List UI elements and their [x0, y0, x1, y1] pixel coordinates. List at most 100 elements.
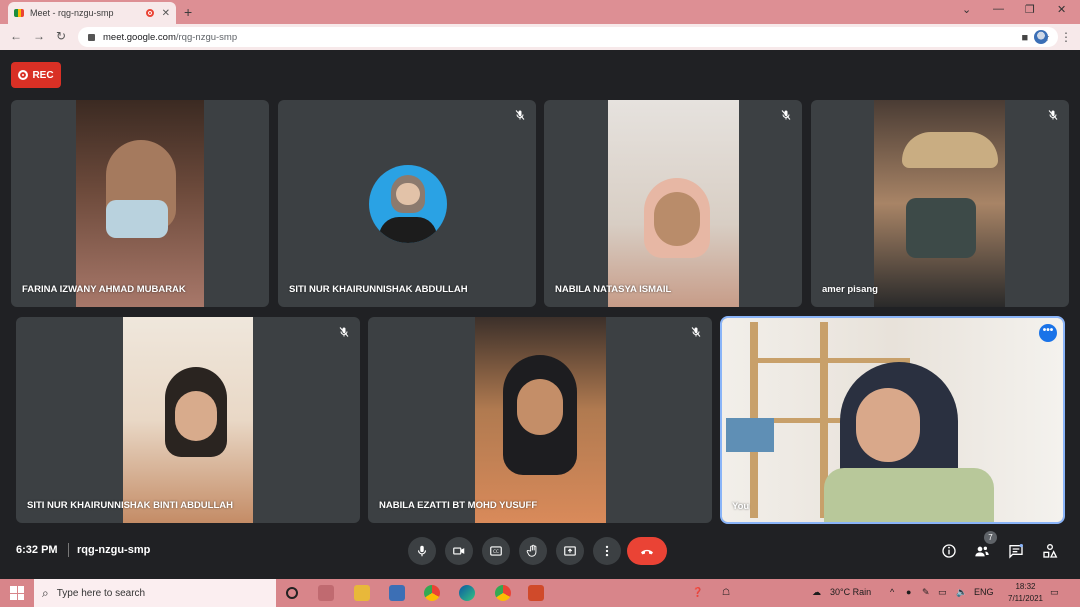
- meeting-time: 6:32 PM: [16, 544, 58, 556]
- back-icon[interactable]: ←: [10, 29, 22, 43]
- leave-call-button[interactable]: [627, 537, 667, 565]
- url-path: /rqg-nzgu-smp: [175, 31, 238, 43]
- weather-text[interactable]: 30°C Rain: [830, 587, 871, 597]
- microphone-tray-icon: ●: [906, 587, 912, 597]
- captions-button[interactable]: CC: [482, 537, 510, 565]
- windows-start-icon[interactable]: [10, 586, 24, 600]
- chrome-active-icon[interactable]: [495, 585, 511, 601]
- people-button[interactable]: [974, 543, 990, 559]
- url-host: meet.google.com: [103, 31, 176, 43]
- participant-name: SITI NUR KHAIRUNNISHAK BINTI ABDULLAH: [27, 500, 233, 511]
- self-video: [722, 318, 1063, 522]
- microphone-button[interactable]: [408, 537, 436, 565]
- app-icon[interactable]: [389, 585, 405, 601]
- people-icon: [975, 546, 989, 557]
- new-tab-button[interactable]: +: [184, 4, 192, 20]
- meet-favicon-icon: [14, 9, 24, 17]
- tab-search-icon[interactable]: ⌄: [962, 3, 971, 16]
- battery-icon[interactable]: ▭: [938, 587, 947, 598]
- divider: [68, 543, 69, 557]
- language-indicator[interactable]: ENG: [974, 587, 994, 597]
- maximize-button[interactable]: ❐: [1025, 3, 1035, 16]
- reload-icon[interactable]: ↻: [56, 29, 66, 43]
- clock-time: 18:32: [1015, 582, 1036, 591]
- camera-in-use-icon[interactable]: ■: [1021, 32, 1028, 44]
- microphone-icon: [417, 545, 427, 557]
- participant-tile[interactable]: SITI NUR KHAIRUNNISHAK ABDULLAH: [278, 100, 536, 307]
- weather-icon: ☁: [812, 587, 821, 597]
- help-icon[interactable]: ❓: [692, 587, 703, 598]
- more-options-icon[interactable]: •••: [1039, 324, 1057, 342]
- address-bar[interactable]: meet.google.com/rqg-nzgu-smp ■ ☆: [78, 27, 1058, 47]
- file-explorer-icon[interactable]: [354, 585, 370, 601]
- chat-button[interactable]: [1008, 543, 1024, 559]
- participant-video: [123, 317, 253, 523]
- task-view-icon[interactable]: [318, 585, 334, 601]
- camera-icon: [453, 547, 465, 555]
- camera-button[interactable]: [445, 537, 473, 565]
- participant-tile[interactable]: NABILA EZATTI BT MOHD YUSUFF: [368, 317, 712, 523]
- profile-avatar[interactable]: [1034, 30, 1048, 44]
- rec-label: REC: [32, 69, 54, 81]
- close-tab-icon[interactable]: ✕: [162, 8, 170, 19]
- self-view-tile[interactable]: ••• You: [720, 316, 1065, 524]
- participant-avatar: [369, 165, 447, 243]
- browser-menu-icon[interactable]: ⋮: [1060, 30, 1072, 44]
- forward-icon[interactable]: →: [33, 29, 45, 43]
- recording-badge: REC: [11, 62, 61, 88]
- show-hidden-icons[interactable]: ^: [890, 587, 894, 597]
- hand-icon: [526, 544, 537, 557]
- more-options-button[interactable]: [593, 537, 621, 565]
- search-placeholder: Type here to search: [56, 587, 146, 599]
- participant-name: NABILA NATASYA ISMAIL: [555, 284, 672, 295]
- tab-title: Meet - rqg-nzgu-smp: [30, 8, 114, 18]
- notifications-icon[interactable]: ▭: [1050, 587, 1059, 598]
- pen-icon: ✎: [922, 587, 930, 597]
- muted-mic-icon: [338, 325, 350, 337]
- participant-video: [608, 100, 739, 307]
- volume-icon[interactable]: 🔈: [956, 587, 967, 598]
- chrome-icon[interactable]: [424, 585, 440, 601]
- participant-tile[interactable]: amer pisang: [811, 100, 1069, 307]
- recording-indicator-icon: [145, 9, 154, 17]
- meeting-code: rqg-nzgu-smp: [77, 544, 151, 556]
- cortana-icon[interactable]: [286, 587, 298, 599]
- activities-icon: [1043, 544, 1058, 558]
- record-icon: [18, 70, 29, 80]
- participant-tile[interactable]: SITI NUR KHAIRUNNISHAK BINTI ABDULLAH: [16, 317, 360, 523]
- meeting-details-button[interactable]: [941, 543, 957, 559]
- muted-mic-icon: [690, 325, 702, 337]
- muted-mic-icon: [780, 108, 792, 120]
- self-name: You: [732, 501, 750, 512]
- browser-toolbar: ← → ↻ meet.google.com/rqg-nzgu-smp ■ ☆ ⋮: [0, 24, 1080, 50]
- muted-mic-icon: [514, 108, 526, 120]
- chat-icon: [1009, 544, 1023, 559]
- participant-video: [874, 100, 1005, 307]
- participant-name: FARINA IZWANY AHMAD MUBARAK: [22, 284, 186, 295]
- participant-name: NABILA EZATTI BT MOHD YUSUFF: [379, 500, 538, 511]
- system-clock[interactable]: 18:32 7/11/2021: [1008, 581, 1043, 605]
- participant-tile[interactable]: NABILA NATASYA ISMAIL: [544, 100, 802, 307]
- powerpoint-icon[interactable]: [528, 585, 544, 601]
- close-window-button[interactable]: ✕: [1057, 3, 1066, 16]
- hang-up-icon: [641, 549, 653, 555]
- muted-mic-icon: [1047, 108, 1059, 120]
- participant-video: [76, 100, 204, 307]
- svg-text:CC: CC: [493, 549, 499, 554]
- minimize-button[interactable]: —: [993, 3, 1004, 15]
- raise-hand-button[interactable]: [519, 537, 547, 565]
- windows-taskbar: ⌕ Type here to search ❓ ☖ ☁ 30°C Rain ^ …: [0, 579, 1080, 607]
- present-screen-button[interactable]: [556, 537, 584, 565]
- edge-icon[interactable]: [459, 585, 475, 601]
- browser-tab-meet[interactable]: Meet - rqg-nzgu-smp ✕: [8, 2, 176, 24]
- taskbar-search-box[interactable]: ⌕ Type here to search: [34, 579, 276, 607]
- activities-button[interactable]: [1042, 543, 1058, 559]
- browser-tab-strip: Meet - rqg-nzgu-smp ✕ + ⌄ — ❐ ✕: [0, 0, 1080, 24]
- captions-icon: CC: [490, 546, 502, 556]
- lock-icon: [88, 33, 95, 41]
- present-screen-icon: [564, 546, 576, 556]
- participant-tile[interactable]: FARINA IZWANY AHMAD MUBARAK: [11, 100, 269, 307]
- info-icon: [942, 544, 956, 558]
- clock-date: 7/11/2021: [1008, 594, 1043, 603]
- people-tray-icon[interactable]: ☖: [722, 587, 730, 598]
